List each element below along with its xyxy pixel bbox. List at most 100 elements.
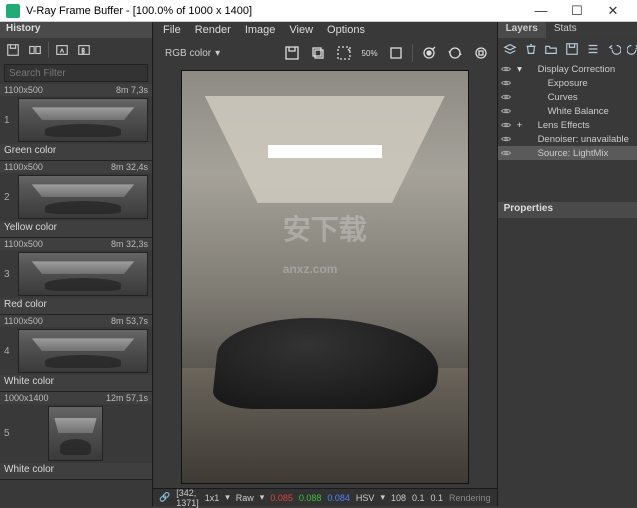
save-icon[interactable] [564,40,581,58]
layer-row-exposure[interactable]: Exposure [498,76,637,90]
history-list[interactable]: 1100x5008m 7,3s 1 Green color 1100x5008m… [0,84,152,506]
history-thumbnail[interactable] [18,252,148,296]
status-hsv-s: 0.1 [412,493,425,503]
history-res: 1100x500 [4,162,43,172]
chevron-down-icon[interactable]: ▾ [260,492,265,503]
window-close-button[interactable]: ✕ [595,3,631,19]
tab-layers[interactable]: Layers [498,22,546,38]
save-image-icon[interactable] [282,43,302,63]
status-hsv-label[interactable]: HSV [356,493,375,503]
history-item[interactable]: 1100x5008m 32,4s 2 Yellow color [0,161,152,238]
menu-image[interactable]: Image [245,24,276,38]
history-index: 5 [4,428,14,439]
window-title: V-Ray Frame Buffer - [100.0% of 1000 x 1… [26,5,523,17]
layers-tabs: Layers Stats [498,22,637,38]
status-hsv-v: 0.1 [431,493,444,503]
window-minimize-button[interactable]: — [523,3,559,18]
eye-icon[interactable] [500,119,512,131]
history-thumbnail[interactable] [18,98,148,142]
history-res: 1000x1400 [4,393,49,403]
history-index: 4 [4,346,14,357]
status-mode[interactable]: Raw [236,493,254,503]
history-label: Yellow color [0,221,152,237]
toolbar: RGB color ▾ 50% [153,40,497,66]
eye-icon[interactable] [500,147,512,159]
history-time: 8m 32,4s [111,162,148,172]
undo-icon[interactable] [605,40,622,58]
history-load-a-icon[interactable] [53,41,71,59]
status-coord: [342, 1371] [176,488,199,508]
eye-icon[interactable] [500,105,512,117]
layer-row-display-correction[interactable]: ▾ Display Correction [498,62,637,76]
channel-dropdown[interactable]: RGB color ▾ [159,47,226,60]
link-icon[interactable]: 🔗 [159,492,170,503]
render-stop-icon[interactable] [471,43,491,63]
expand-icon[interactable]: + [516,120,524,131]
titlebar: V-Ray Frame Buffer - [100.0% of 1000 x 1… [0,0,637,22]
layer-row-source[interactable]: Source: LightMix [498,146,637,160]
history-thumbnail[interactable] [48,406,103,461]
eye-icon[interactable] [500,77,512,89]
center-panel: File Render Image View Options RGB color… [153,22,497,506]
render-image: 安下载anxz.com [181,70,469,484]
status-hsv-h: 108 [391,493,406,503]
layer-row-denoiser[interactable]: Denoiser: unavailable [498,132,637,146]
menu-render[interactable]: Render [195,24,231,38]
history-header: History [0,22,152,38]
region-render-icon[interactable] [334,43,354,63]
history-time: 8m 7,3s [116,85,148,95]
history-label: White color [0,463,152,479]
history-time: 8m 53,7s [111,316,148,326]
redo-icon[interactable] [626,40,637,58]
history-item[interactable]: 1000x1400 12m 57,1s 5 White color [0,392,152,480]
layer-row-white-balance[interactable]: White Balance [498,104,637,118]
render-start-icon[interactable] [419,43,439,63]
chevron-down-icon[interactable]: ▾ [225,492,230,503]
eye-icon[interactable] [500,63,512,75]
history-time: 8m 32,3s [111,239,148,249]
layer-label: Exposure [548,78,588,89]
follow-mouse-icon[interactable] [386,43,406,63]
channel-label: RGB color [165,48,211,59]
eye-icon[interactable] [500,133,512,145]
window-maximize-button[interactable]: ☐ [559,3,595,19]
layer-label: Display Correction [538,64,616,75]
layer-row-lens-effects[interactable]: + Lens Effects [498,118,637,132]
history-time: 12m 57,1s [106,393,148,403]
expand-icon[interactable]: ▾ [516,64,524,75]
menu-icon[interactable] [584,40,601,58]
menu-view[interactable]: View [289,24,313,38]
history-label: Green color [0,144,152,160]
add-layer-icon[interactable] [502,40,519,58]
history-save-icon[interactable] [4,41,22,59]
history-label: White color [0,375,152,391]
chevron-down-icon[interactable]: ▾ [380,492,385,503]
history-panel: History Search Filter 1100x5008m 7,3s 1 … [0,22,153,506]
delete-layer-icon[interactable] [522,40,539,58]
status-zoom[interactable]: 1x1 [205,493,220,503]
history-load-b-icon[interactable] [75,41,93,59]
history-search-input[interactable]: Search Filter [4,64,148,82]
history-thumbnail[interactable] [18,175,148,219]
layer-row-curves[interactable]: Curves [498,90,637,104]
eye-icon[interactable] [500,91,512,103]
status-r: 0.085 [270,493,293,503]
history-thumbnail[interactable] [18,329,148,373]
tab-stats[interactable]: Stats [546,22,585,38]
history-item[interactable]: 1100x5008m 7,3s 1 Green color [0,84,152,161]
folder-icon[interactable] [543,40,560,58]
render-interactive-icon[interactable] [445,43,465,63]
history-ab-icon[interactable] [26,41,44,59]
copy-image-icon[interactable] [308,43,328,63]
layer-label: White Balance [548,106,609,117]
history-item[interactable]: 1100x5008m 32,3s 3 Red color [0,238,152,315]
separator [48,42,49,58]
layer-label: Denoiser: unavailable [538,134,629,145]
menu-options[interactable]: Options [327,24,365,38]
layer-label: Source: LightMix [538,148,609,159]
menu-file[interactable]: File [163,24,181,38]
scale-button[interactable]: 50% [360,43,380,63]
history-item[interactable]: 1100x5008m 53,7s 4 White color [0,315,152,392]
layers-tree: ▾ Display Correction Exposure Curves Whi… [498,60,637,162]
render-viewport[interactable]: 安下载anxz.com [153,66,497,488]
